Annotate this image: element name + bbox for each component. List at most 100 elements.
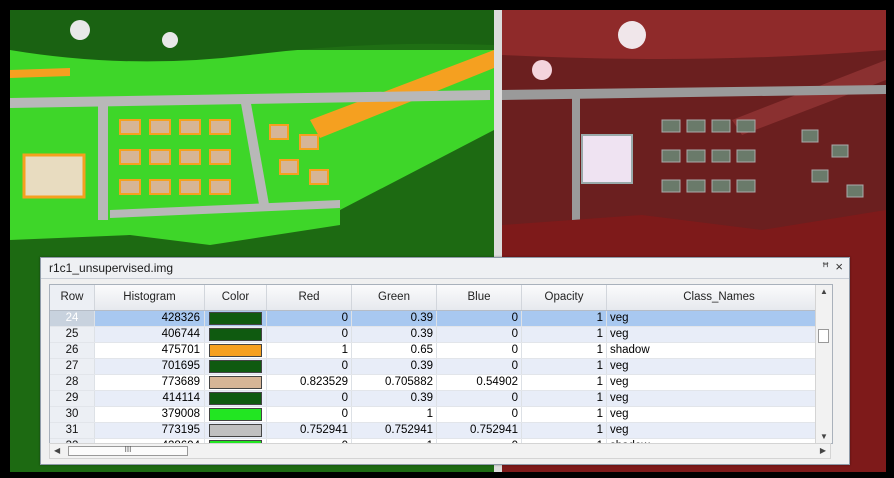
vertical-scrollbar[interactable]: ▲ ▼ <box>815 285 832 443</box>
histogram-cell[interactable]: 773195 <box>95 423 205 438</box>
class-name-cell[interactable]: veg <box>607 423 832 438</box>
table-row[interactable]: 26 475701 1 0.65 0 1 shadow <box>50 343 832 359</box>
row-number-cell[interactable]: 26 <box>50 343 95 358</box>
column-header-histogram[interactable]: Histogram <box>95 285 205 310</box>
color-swatch[interactable] <box>209 312 262 325</box>
green-cell[interactable]: 0.39 <box>352 327 437 342</box>
red-cell[interactable]: 0 <box>267 327 352 342</box>
green-cell[interactable]: 0.39 <box>352 311 437 326</box>
red-cell[interactable]: 0 <box>267 391 352 406</box>
vertical-scroll-thumb[interactable] <box>818 329 829 343</box>
column-header-class-names[interactable]: Class_Names <box>607 285 832 310</box>
histogram-cell[interactable]: 428326 <box>95 311 205 326</box>
color-cell[interactable] <box>205 311 267 326</box>
row-number-cell[interactable]: 28 <box>50 375 95 390</box>
window-titlebar[interactable]: r1c1_unsupervised.img ꟸ × <box>41 258 849 279</box>
opacity-cell[interactable]: 1 <box>522 375 607 390</box>
color-swatch[interactable] <box>209 344 262 357</box>
color-swatch[interactable] <box>209 392 262 405</box>
green-cell[interactable]: 0.65 <box>352 343 437 358</box>
color-cell[interactable] <box>205 375 267 390</box>
class-name-cell[interactable]: veg <box>607 359 832 374</box>
row-number-cell[interactable]: 24 <box>50 311 95 326</box>
histogram-cell[interactable]: 475701 <box>95 343 205 358</box>
table-row[interactable]: 24 428326 0 0.39 0 1 veg <box>50 311 832 327</box>
color-swatch[interactable] <box>209 424 262 437</box>
color-swatch[interactable] <box>209 328 262 341</box>
column-header-red[interactable]: Red <box>267 285 352 310</box>
green-cell[interactable]: 0.39 <box>352 359 437 374</box>
table-row[interactable]: 29 414114 0 0.39 0 1 veg <box>50 391 832 407</box>
red-cell[interactable]: 0 <box>267 311 352 326</box>
green-cell[interactable]: 0.705882 <box>352 375 437 390</box>
red-cell[interactable]: 0.752941 <box>267 423 352 438</box>
class-name-cell[interactable]: veg <box>607 327 832 342</box>
green-cell[interactable]: 0.39 <box>352 391 437 406</box>
blue-cell[interactable]: 0 <box>437 327 522 342</box>
histogram-cell[interactable]: 414114 <box>95 391 205 406</box>
class-name-cell[interactable]: veg <box>607 391 832 406</box>
blue-cell[interactable]: 0 <box>437 343 522 358</box>
blue-cell[interactable]: 0 <box>437 311 522 326</box>
table-row[interactable]: 31 773195 0.752941 0.752941 0.752941 1 veg <box>50 423 832 439</box>
pin-icon[interactable]: ꟸ <box>822 260 829 274</box>
row-number-cell[interactable]: 29 <box>50 391 95 406</box>
opacity-cell[interactable]: 1 <box>522 327 607 342</box>
histogram-cell[interactable]: 379008 <box>95 407 205 422</box>
row-number-cell[interactable]: 27 <box>50 359 95 374</box>
opacity-cell[interactable]: 1 <box>522 343 607 358</box>
color-cell[interactable] <box>205 343 267 358</box>
table-row[interactable]: 30 379008 0 1 0 1 veg <box>50 407 832 423</box>
horizontal-scrollbar[interactable]: ◀ III ▶ <box>49 443 831 459</box>
color-swatch[interactable] <box>209 408 262 421</box>
column-header-opacity[interactable]: Opacity <box>522 285 607 310</box>
red-cell[interactable]: 0 <box>267 407 352 422</box>
class-name-cell[interactable]: shadow <box>607 343 832 358</box>
horizontal-scroll-thumb[interactable]: III <box>68 446 188 456</box>
red-cell[interactable]: 0 <box>267 359 352 374</box>
green-cell[interactable]: 0.752941 <box>352 423 437 438</box>
blue-cell[interactable]: 0 <box>437 391 522 406</box>
color-cell[interactable] <box>205 327 267 342</box>
table-row[interactable]: 27 701695 0 0.39 0 1 veg <box>50 359 832 375</box>
color-cell[interactable] <box>205 423 267 438</box>
class-name-cell[interactable]: veg <box>607 407 832 422</box>
opacity-cell[interactable]: 1 <box>522 391 607 406</box>
color-cell[interactable] <box>205 359 267 374</box>
class-name-cell[interactable]: veg <box>607 311 832 326</box>
opacity-cell[interactable]: 1 <box>522 423 607 438</box>
opacity-cell[interactable]: 1 <box>522 407 607 422</box>
opacity-cell[interactable]: 1 <box>522 359 607 374</box>
red-cell[interactable]: 1 <box>267 343 352 358</box>
opacity-cell[interactable]: 1 <box>522 311 607 326</box>
attribute-grid[interactable]: Row Histogram Color Red Green Blue Opaci… <box>49 284 833 444</box>
column-header-color[interactable]: Color <box>205 285 267 310</box>
scroll-up-arrow-icon[interactable]: ▲ <box>820 287 828 296</box>
row-number-cell[interactable]: 30 <box>50 407 95 422</box>
row-number-cell[interactable]: 25 <box>50 327 95 342</box>
table-row[interactable]: 28 773689 0.823529 0.705882 0.54902 1 veg <box>50 375 832 391</box>
scroll-left-arrow-icon[interactable]: ◀ <box>54 446 60 455</box>
row-number-cell[interactable]: 31 <box>50 423 95 438</box>
scroll-right-arrow-icon[interactable]: ▶ <box>820 446 826 455</box>
scroll-down-arrow-icon[interactable]: ▼ <box>820 432 828 441</box>
blue-cell[interactable]: 0 <box>437 359 522 374</box>
blue-cell[interactable]: 0.752941 <box>437 423 522 438</box>
attribute-table-window[interactable]: r1c1_unsupervised.img ꟸ × Row Histogram … <box>40 257 850 465</box>
histogram-cell[interactable]: 406744 <box>95 327 205 342</box>
color-cell[interactable] <box>205 391 267 406</box>
column-header-blue[interactable]: Blue <box>437 285 522 310</box>
blue-cell[interactable]: 0 <box>437 407 522 422</box>
histogram-cell[interactable]: 773689 <box>95 375 205 390</box>
green-cell[interactable]: 1 <box>352 407 437 422</box>
color-cell[interactable] <box>205 407 267 422</box>
histogram-cell[interactable]: 701695 <box>95 359 205 374</box>
red-cell[interactable]: 0.823529 <box>267 375 352 390</box>
column-header-row[interactable]: Row <box>50 285 95 310</box>
color-swatch[interactable] <box>209 376 262 389</box>
column-header-green[interactable]: Green <box>352 285 437 310</box>
class-name-cell[interactable]: veg <box>607 375 832 390</box>
blue-cell[interactable]: 0.54902 <box>437 375 522 390</box>
close-icon[interactable]: × <box>835 259 843 274</box>
color-swatch[interactable] <box>209 360 262 373</box>
